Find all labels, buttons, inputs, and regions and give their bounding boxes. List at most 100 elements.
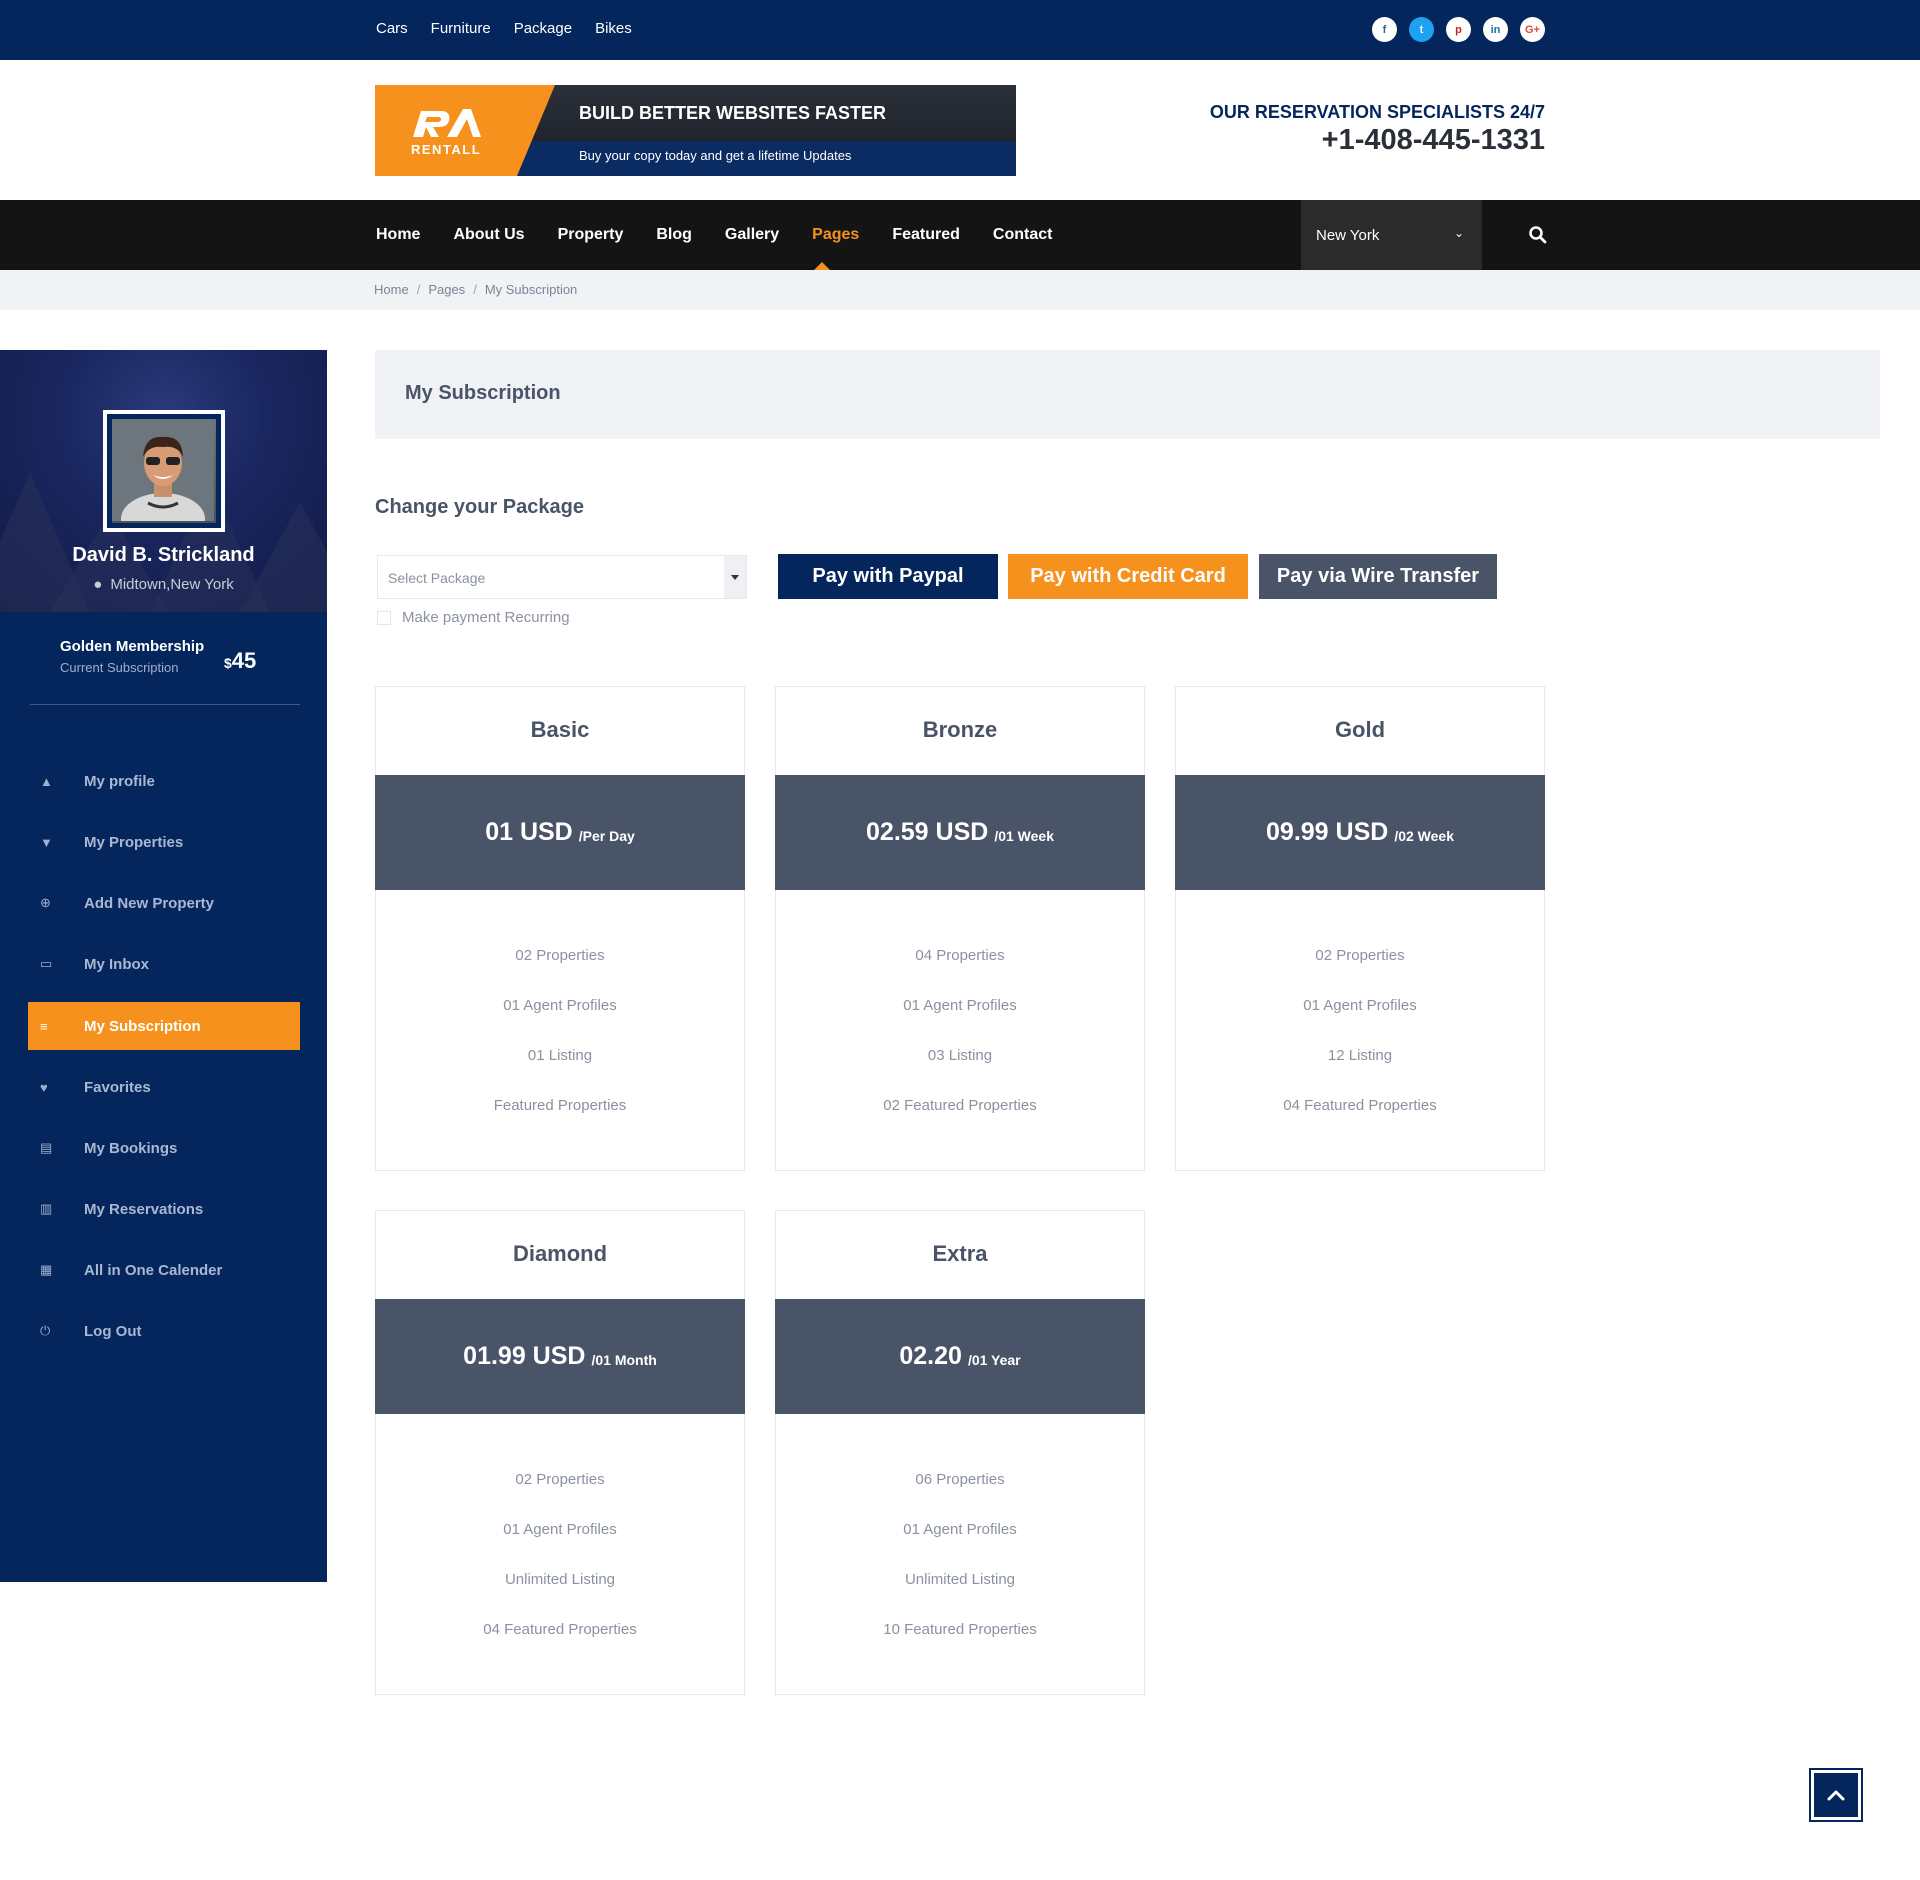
plan-card-extra[interactable]: Extra 02.20/01 Year 06 Properties 01 Age… (775, 1210, 1145, 1695)
plan-name: Basic (530, 717, 590, 742)
sidebar-item-log-out[interactable]: ⏻ Log Out (28, 1307, 300, 1355)
dashboard-sidebar: David B. Strickland ● Midtown,New York Go… (0, 350, 327, 1582)
plan-price-band: 09.99 USD/02 Week (1175, 775, 1545, 890)
sidebar-item-label: My profile (84, 772, 155, 790)
recurring-label: Make payment Recurring (402, 609, 570, 626)
top-link-cars[interactable]: Cars (376, 20, 408, 37)
heart-icon: ♥ (40, 1079, 48, 1095)
plan-feature: 03 Listing (927, 1047, 993, 1064)
back-to-top-button[interactable] (1809, 1768, 1863, 1822)
recurring-checkbox[interactable] (377, 610, 391, 625)
sidebar-item-my-inbox[interactable]: ▭ My Inbox (28, 940, 300, 988)
pinterest-icon[interactable]: p (1446, 17, 1471, 42)
change-package-title: Change your Package (375, 496, 584, 518)
sidebar-item-label: My Properties (84, 833, 184, 851)
nav-pages[interactable]: Pages (812, 226, 859, 244)
plan-card-basic[interactable]: Basic 01 USD/Per Day 02 Properties 01 Ag… (375, 686, 745, 1171)
dropdown-arrow-icon (724, 556, 746, 598)
plan-feature: 01 Agent Profiles (503, 1521, 617, 1538)
folder-open-filled-icon: ▥ (40, 1201, 53, 1216)
nav-featured[interactable]: Featured (892, 226, 960, 244)
google-plus-icon[interactable]: G+ (1520, 17, 1545, 42)
city-value: New York (1316, 227, 1380, 244)
sidebar-item-my-reservations[interactable]: ▥ My Reservations (28, 1185, 300, 1233)
inbox-icon: ▭ (40, 956, 53, 971)
plan-feature: 01 Agent Profiles (503, 997, 617, 1014)
linkedin-icon[interactable]: in (1483, 17, 1508, 42)
active-nav-indicator (814, 262, 830, 270)
plan-price: 09.99 USD (1266, 818, 1389, 846)
sidebar-item-my-properties[interactable]: ▼ My Properties (28, 818, 300, 866)
sidebar-item-label: Log Out (84, 1322, 142, 1340)
package-select[interactable]: Select Package (377, 555, 747, 599)
membership-title: Golden Membership (60, 638, 205, 655)
search-icon[interactable] (1528, 225, 1548, 245)
top-link-package[interactable]: Package (514, 20, 572, 37)
sidebar-item-my-subscription[interactable]: ≡ My Subscription (28, 1002, 300, 1050)
breadcrumb-pages[interactable]: Pages (428, 282, 465, 297)
plan-period: /01 Week (994, 827, 1054, 844)
plan-feature: 04 Featured Properties (1283, 1097, 1437, 1114)
twitter-icon[interactable]: t (1409, 17, 1434, 42)
price-value: 45 (231, 648, 257, 673)
plan-price-band: 02.59 USD/01 Week (775, 775, 1145, 890)
reservation-phone[interactable]: +1-408-445-1331 (1322, 124, 1545, 157)
promo-banner[interactable]: RENTALL BUILD BETTER WEBSITES FASTER Buy… (375, 85, 1016, 176)
nav-blog[interactable]: Blog (656, 226, 692, 244)
plus-circle-icon: ⊕ (40, 895, 51, 910)
plan-period: /02 Week (1394, 827, 1454, 844)
plan-feature: 10 Featured Properties (883, 1621, 1037, 1638)
plan-card-gold[interactable]: Gold 09.99 USD/02 Week 02 Properties 01 … (1175, 686, 1545, 1171)
membership-info: Golden Membership Current Subscription (60, 638, 204, 675)
pay-paypal-button[interactable]: Pay with Paypal (778, 554, 998, 599)
plan-feature: Featured Properties (493, 1097, 627, 1114)
sidebar-item-label: All in One Calender (84, 1261, 223, 1279)
plan-price: 02.59 USD (866, 818, 989, 846)
sidebar-item-calendar[interactable]: ▦ All in One Calender (28, 1246, 300, 1294)
nav-home[interactable]: Home (376, 226, 420, 244)
category-links: Cars Furniture Package Bikes (376, 20, 632, 37)
plan-price-band: 01.99 USD/01 Month (375, 1299, 745, 1414)
price-currency: $ (224, 655, 232, 671)
folder-open-icon: ▤ (40, 1140, 53, 1155)
sidebar-item-add-new-property[interactable]: ⊕ Add New Property (28, 879, 300, 927)
sidebar-item-my-bookings[interactable]: ▤ My Bookings (28, 1124, 300, 1172)
person-photo (112, 419, 214, 523)
pay-credit-card-button[interactable]: Pay with Credit Card (1008, 554, 1248, 599)
plan-name: Extra (932, 1241, 988, 1266)
nav-about-us[interactable]: About Us (453, 226, 524, 244)
breadcrumb-home[interactable]: Home (374, 282, 409, 297)
city-select[interactable]: New York ⌄ (1301, 200, 1482, 270)
plan-feature: 01 Agent Profiles (1303, 997, 1417, 1014)
top-bar: Cars Furniture Package Bikes f t p in G+ (0, 0, 1920, 60)
plan-feature: 01 Listing (527, 1047, 593, 1064)
plan-price: 02.20 (899, 1342, 962, 1370)
chevron-up-icon (1827, 1790, 1845, 1801)
sidebar-item-label: Favorites (84, 1078, 151, 1096)
top-link-bikes[interactable]: Bikes (595, 20, 632, 37)
plan-card-diamond[interactable]: Diamond 01.99 USD/01 Month 02 Properties… (375, 1210, 745, 1695)
facebook-icon[interactable]: f (1372, 17, 1397, 42)
plan-price: 01 USD (485, 818, 573, 846)
banner-subtitle: Buy your copy today and get a lifetime U… (579, 148, 852, 163)
nav-contact[interactable]: Contact (993, 226, 1053, 244)
nav-gallery[interactable]: Gallery (725, 226, 779, 244)
nav-property[interactable]: Property (558, 226, 624, 244)
sidebar-item-my-profile[interactable]: ▲ My profile (28, 757, 300, 805)
sidebar-item-label: Add New Property (84, 894, 215, 912)
breadcrumb-separator: / (416, 282, 421, 297)
rentall-logo (413, 109, 481, 137)
plan-card-bronze[interactable]: Bronze 02.59 USD/01 Week 04 Properties 0… (775, 686, 1145, 1171)
power-icon: ⏻ (40, 1323, 51, 1338)
chevron-down-icon: ⌄ (1453, 226, 1464, 240)
user-name: David B. Strickland (72, 544, 255, 566)
sidebar-item-favorites[interactable]: ♥ Favorites (28, 1063, 300, 1111)
pay-wire-transfer-button[interactable]: Pay via Wire Transfer (1259, 554, 1497, 599)
top-link-furniture[interactable]: Furniture (431, 20, 491, 37)
page-title: My Subscription (405, 382, 561, 404)
map-marker-icon: ▼ (40, 834, 53, 850)
avatar[interactable] (103, 410, 225, 532)
reservation-title: OUR RESERVATION SPECIALISTS 24/7 (1209, 102, 1545, 122)
banner-title: BUILD BETTER WEBSITES FASTER (579, 103, 887, 123)
profile-header: David B. Strickland ● Midtown,New York (0, 350, 327, 612)
